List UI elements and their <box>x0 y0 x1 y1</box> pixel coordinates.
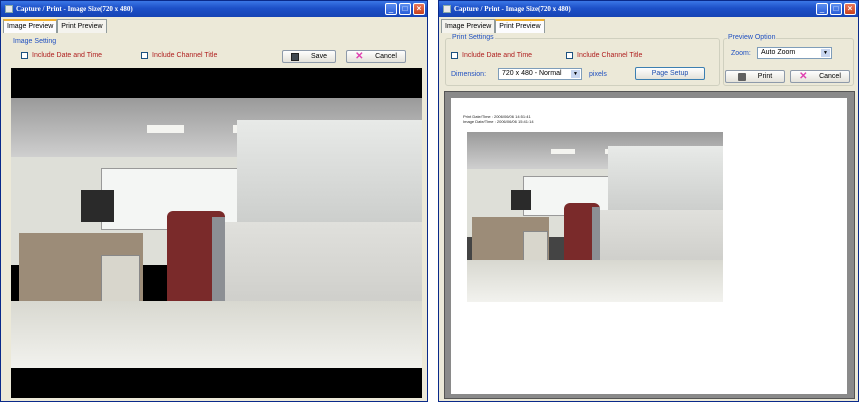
dimension-value: 720 x 480 - Normal <box>502 70 562 77</box>
disk-icon <box>291 52 300 61</box>
minimize-icon[interactable]: _ <box>385 3 397 15</box>
preview-option-label: Preview Option <box>727 34 777 41</box>
title-bar[interactable]: Capture / Print - Image Size(720 x 480) … <box>1 1 427 17</box>
zoom-value: Auto Zoom <box>761 49 796 56</box>
image-setting-label: Image Setting <box>13 38 57 45</box>
tab-print-preview[interactable]: Print Preview <box>57 19 107 33</box>
include-channel-title-checkbox[interactable]: Include Channel Title <box>566 52 642 59</box>
x-icon: ✕ <box>355 50 364 62</box>
checkbox-box[interactable] <box>141 52 148 59</box>
capture-window-image-preview: Capture / Print - Image Size(720 x 480) … <box>0 0 428 402</box>
cancel-button-label: Cancel <box>375 53 397 60</box>
maximize-icon[interactable]: □ <box>830 3 842 15</box>
print-button-label: Print <box>757 73 773 80</box>
cancel-button-label: Cancel <box>819 73 841 80</box>
close-icon[interactable]: × <box>413 3 425 15</box>
checkbox-label: Include Date and Time <box>32 52 103 59</box>
window-title: Capture / Print - Image Size(720 x 480) <box>454 5 571 13</box>
zoom-label: Zoom: <box>731 50 751 57</box>
app-icon <box>443 5 451 13</box>
checkbox-label: Include Channel Title <box>152 52 218 59</box>
image-date-time: Image Date/Time : 2006/06/06 15:41:14 <box>463 119 534 124</box>
include-date-time-checkbox[interactable]: Include Date and Time <box>451 52 532 59</box>
x-icon: ✕ <box>799 70 808 82</box>
window-title: Capture / Print - Image Size(720 x 480) <box>16 5 133 13</box>
capture-window-print-preview: Capture / Print - Image Size(720 x 480) … <box>438 0 859 402</box>
title-bar[interactable]: Capture / Print - Image Size(720 x 480) … <box>439 1 858 17</box>
page-setup-button[interactable]: Page Setup <box>635 67 705 80</box>
tab-strip: Image Preview Print Preview <box>3 19 107 33</box>
checkbox-box[interactable] <box>566 52 573 59</box>
printer-icon <box>737 72 746 81</box>
checkbox-box[interactable] <box>451 52 458 59</box>
chevron-down-icon[interactable]: ▼ <box>821 49 830 57</box>
checkbox-label: Include Date and Time <box>462 52 533 59</box>
captured-image <box>11 98 422 368</box>
maximize-icon[interactable]: □ <box>399 3 411 15</box>
tab-print-preview[interactable]: Print Preview <box>495 19 545 33</box>
print-paper: Print Date/Time : 2006/06/06 14:51:41 Im… <box>451 98 847 394</box>
checkbox-box[interactable] <box>21 52 28 59</box>
save-button-label: Save <box>311 53 327 60</box>
tab-image-preview[interactable]: Image Preview <box>3 19 58 33</box>
printed-image <box>467 132 723 302</box>
image-preview-area <box>11 68 422 398</box>
app-icon <box>5 5 13 13</box>
print-preview-area: Print Date/Time : 2006/06/06 14:51:41 Im… <box>444 91 855 399</box>
zoom-select[interactable]: Auto Zoom ▼ <box>757 47 832 59</box>
cancel-button[interactable]: ✕ Cancel <box>346 50 406 63</box>
tab-strip: Image Preview Print Preview <box>441 19 545 33</box>
minimize-icon[interactable]: _ <box>816 3 828 15</box>
dimension-label: Dimension: <box>451 71 487 78</box>
dimension-unit: pixels <box>589 71 607 78</box>
close-icon[interactable]: × <box>844 3 856 15</box>
dimension-select[interactable]: 720 x 480 - Normal ▼ <box>498 68 582 80</box>
include-channel-title-checkbox[interactable]: Include Channel Title <box>141 52 217 59</box>
tab-image-preview[interactable]: Image Preview <box>441 19 496 33</box>
print-button[interactable]: Print <box>725 70 785 83</box>
cancel-button[interactable]: ✕ Cancel <box>790 70 850 83</box>
include-date-time-checkbox[interactable]: Include Date and Time <box>21 52 102 59</box>
chevron-down-icon[interactable]: ▼ <box>571 70 580 78</box>
checkbox-label: Include Channel Title <box>577 52 643 59</box>
save-button[interactable]: Save <box>282 50 336 63</box>
print-settings-label: Print Settings <box>451 34 495 41</box>
